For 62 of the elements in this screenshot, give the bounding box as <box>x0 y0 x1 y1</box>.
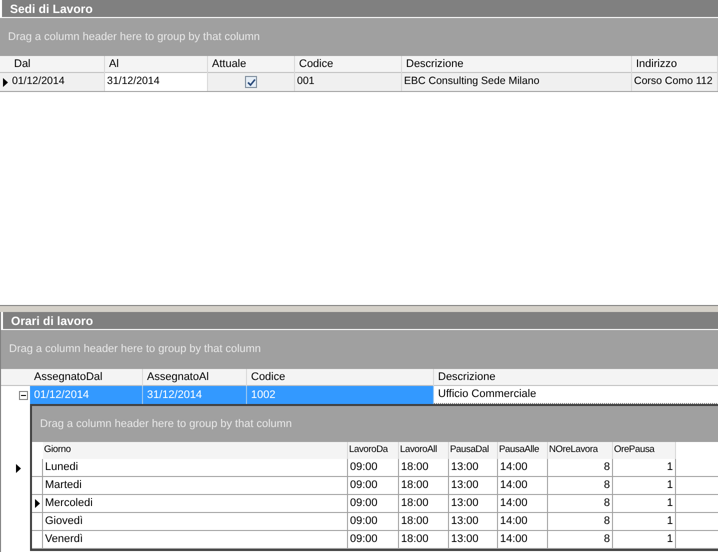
table-cell: 8 <box>548 531 613 548</box>
table-cell: 8 <box>548 477 613 494</box>
column-header[interactable]: LavoroDa <box>348 442 399 459</box>
panel-title: Orari di lavoro <box>11 314 94 326</box>
row-indicator-icon <box>16 464 20 472</box>
table-cell: Martedi <box>43 477 348 494</box>
table-cell: 1 <box>613 459 676 476</box>
table-cell: Mercoledi <box>43 495 348 512</box>
table-cell: 18:00 <box>399 531 449 548</box>
table-cell: 1002 <box>247 386 434 404</box>
group-hint: Drag a column header here to group by that column <box>9 342 261 358</box>
column-header[interactable]: OrePausa <box>613 442 676 459</box>
table-cell: 09:00 <box>348 531 399 548</box>
table-cell: 1 <box>613 477 676 494</box>
table-cell: 8 <box>548 513 613 530</box>
check-icon <box>246 78 256 86</box>
group-hint: Drag a column header here to group by that column <box>8 30 260 45</box>
table-cell: 18:00 <box>399 477 449 494</box>
table-cell: 14:00 <box>498 513 548 530</box>
table-cell: 09:00 <box>348 459 399 476</box>
table-cell: 8 <box>548 459 613 476</box>
column-header[interactable]: PausaDal <box>449 442 498 459</box>
group-hint: Drag a column header here to group by that column <box>40 416 292 432</box>
checkbox[interactable] <box>245 76 257 88</box>
row-indicator-icon <box>34 499 40 508</box>
table-cell: 18:00 <box>399 495 449 512</box>
table-cell: 13:00 <box>449 513 498 530</box>
column-header[interactable]: NOreLavora <box>548 442 613 459</box>
table-cell: 14:00 <box>498 531 548 548</box>
column-header[interactable]: LavoroAll <box>399 442 449 459</box>
row-indicator-icon <box>2 78 8 86</box>
table-cell: 13:00 <box>449 495 498 512</box>
table-cell: Venerdì <box>43 531 348 548</box>
table-cell: 18:00 <box>399 459 449 476</box>
collapse-toggle[interactable] <box>18 390 28 400</box>
table-cell: 13:00 <box>449 477 498 494</box>
table-cell: 09:00 <box>348 513 399 530</box>
minus-icon <box>20 392 26 398</box>
table-cell: 18:00 <box>399 513 449 530</box>
table-cell: 01/12/2014 <box>30 386 143 404</box>
table-cell: EBC Consulting Sede Milano <box>402 73 632 91</box>
table-cell: 1 <box>613 531 676 548</box>
table-cell: Ufficio Commerciale <box>434 386 718 404</box>
column-header[interactable]: PausaAlle <box>498 442 548 459</box>
table-cell: 31/12/2014 <box>143 386 247 404</box>
table-cell: 31/12/2014 <box>105 73 208 91</box>
table-cell: Giovedì <box>43 513 348 530</box>
column-header[interactable]: Giorno <box>43 442 348 459</box>
table-cell: 1 <box>613 513 676 530</box>
table-cell: 13:00 <box>449 531 498 548</box>
panel-title: Sedi di Lavoro <box>10 2 93 14</box>
table-cell: 001 <box>295 73 402 91</box>
table-cell: Lunedi <box>43 459 348 476</box>
table-cell: 14:00 <box>498 477 548 494</box>
table-cell: Corso Como 112 <box>632 73 718 91</box>
table-cell: 14:00 <box>498 459 548 476</box>
table-cell: 13:00 <box>449 459 498 476</box>
table-cell: 09:00 <box>348 477 399 494</box>
table-cell: 14:00 <box>498 495 548 512</box>
table-cell: 8 <box>548 495 613 512</box>
table-cell: 1 <box>613 495 676 512</box>
table-cell: 09:00 <box>348 495 399 512</box>
